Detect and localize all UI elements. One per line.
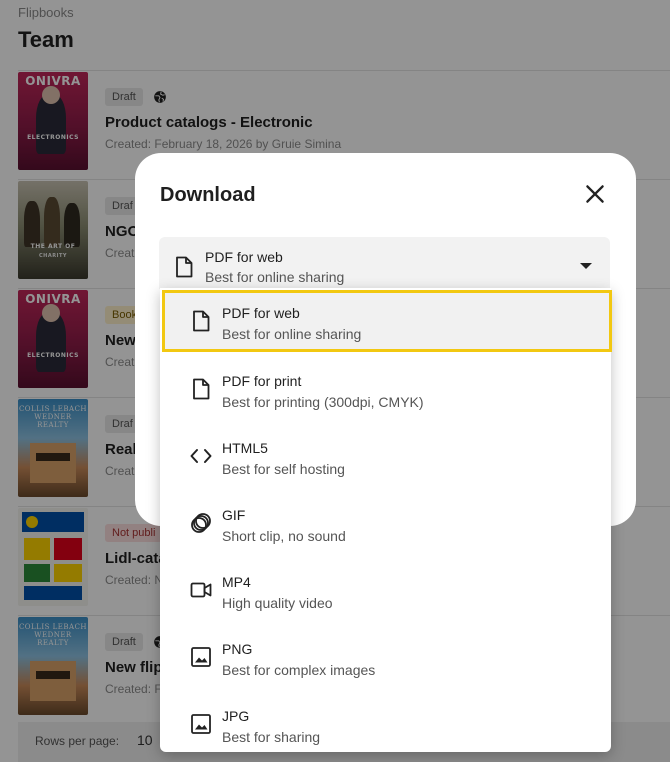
option-desc: Best for sharing [222,729,321,745]
video-camera-icon [190,582,212,598]
dialog-title: Download [160,184,256,206]
document-icon [193,378,210,400]
option-desc: Best for printing (300dpi, CMYK) [222,394,424,410]
option-desc: Best for complex images [222,662,376,678]
code-icon [190,449,212,463]
close-icon[interactable] [582,181,608,207]
option-label: JPG [222,708,250,724]
format-option-png[interactable]: PNG Best for complex images [160,623,611,690]
format-option-gif[interactable]: GIF Short clip, no sound [160,489,611,556]
document-icon [176,256,193,278]
gif-icon [191,513,211,533]
format-option-pdf-print[interactable]: PDF for print Best for printing (300dpi,… [160,355,611,422]
selected-format-label: PDF for web [205,249,283,265]
option-desc: High quality video [222,595,333,611]
option-desc: Best for self hosting [222,461,345,477]
option-desc: Best for online sharing [222,326,362,342]
format-option-jpg[interactable]: JPG Best for sharing [160,690,611,757]
option-label: MP4 [222,574,251,590]
format-select[interactable]: PDF for web Best for online sharing [159,237,610,289]
image-icon [191,714,211,734]
format-option-html5[interactable]: HTML5 Best for self hosting [160,422,611,489]
selected-format-desc: Best for online sharing [205,269,345,285]
option-label: PNG [222,641,253,657]
option-label: HTML5 [222,440,268,456]
option-label: PDF for print [222,373,302,389]
option-label: GIF [222,507,246,523]
option-desc: Short clip, no sound [222,528,346,544]
format-option-mp4[interactable]: MP4 High quality video [160,556,611,623]
image-icon [191,647,211,667]
document-icon [193,310,210,332]
format-option-pdf-web[interactable]: PDF for web Best for online sharing [162,290,612,352]
option-label: PDF for web [222,305,300,321]
format-dropdown-menu: PDF for web Best for online sharing PDF … [160,288,612,752]
caret-down-icon [580,263,592,269]
